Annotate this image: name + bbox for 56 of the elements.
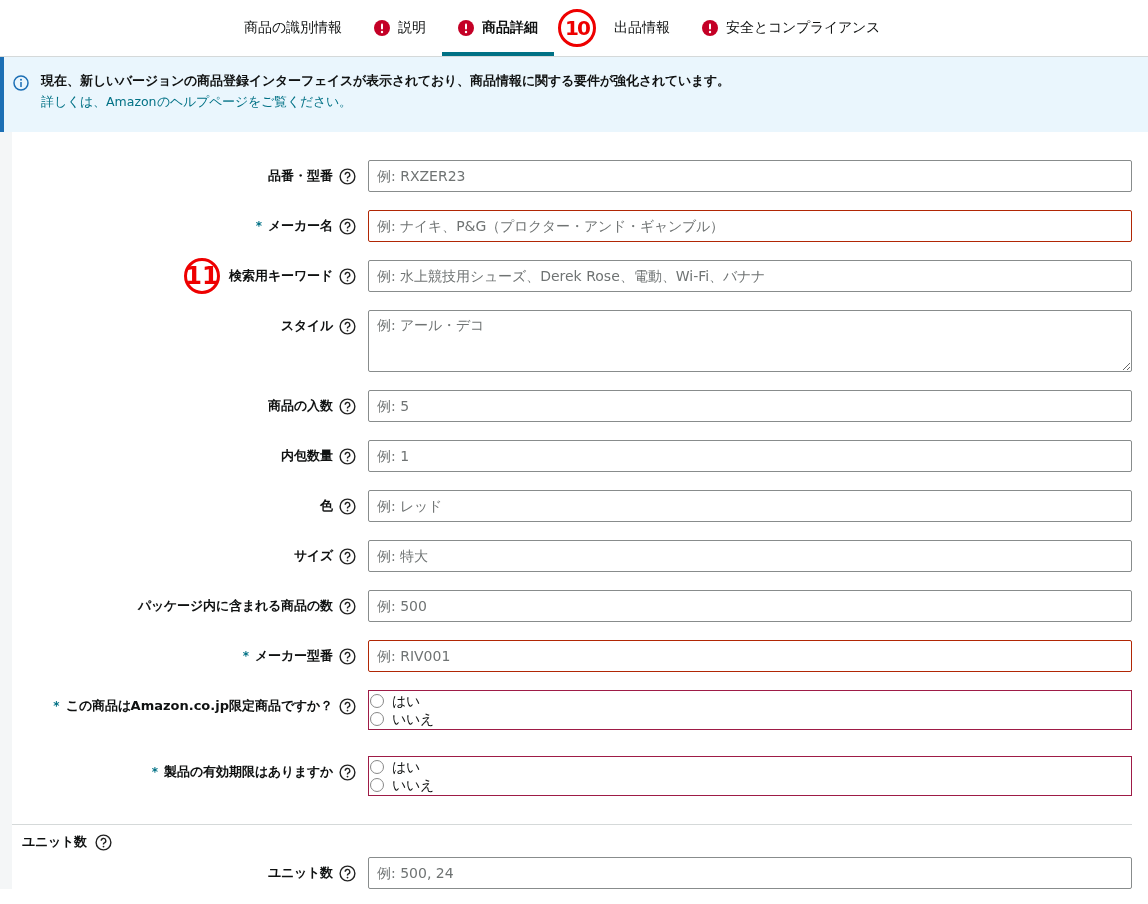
- field-label: 内包数量: [281, 447, 333, 465]
- radio-option[interactable]: いいえ: [369, 710, 1131, 728]
- field-label: この商品はAmazon.co.jp限定商品ですか？: [65, 697, 333, 715]
- field-label: 品番・型番: [268, 167, 333, 185]
- radio-option[interactable]: いいえ: [369, 776, 1131, 794]
- text-field[interactable]: 例: レッド: [368, 490, 1132, 522]
- text-field[interactable]: 例: 5: [368, 390, 1132, 422]
- field-label: パッケージ内に含まれる商品の数: [138, 597, 333, 615]
- field-label: 検索用キーワード: [229, 267, 333, 285]
- tab[interactable]: 商品の識別情報: [228, 0, 358, 56]
- text-area[interactable]: 例: アール・デコ: [368, 310, 1132, 372]
- text-field[interactable]: 例: 特大: [368, 540, 1132, 572]
- field-label: 色: [320, 497, 333, 515]
- help-icon[interactable]: [339, 647, 356, 665]
- radio-option[interactable]: はい: [369, 758, 1131, 776]
- notice-message: 現在、新しいバージョンの商品登録インターフェイスが表示されており、商品情報に関する要件が強化されています。: [41, 73, 730, 90]
- info-icon: [13, 75, 29, 91]
- help-icon[interactable]: [339, 317, 356, 335]
- help-icon[interactable]: [339, 217, 356, 235]
- help-icon[interactable]: [95, 833, 112, 851]
- help-link[interactable]: 詳しくは、Amazonのヘルプページをご覧ください。: [41, 94, 730, 111]
- text-field[interactable]: 例: 1: [368, 440, 1132, 472]
- text-field[interactable]: 例: 500: [368, 590, 1132, 622]
- radio-option[interactable]: はい: [369, 692, 1131, 710]
- field-label: メーカー名: [268, 217, 333, 235]
- tab[interactable]: 出品情報: [598, 0, 686, 56]
- help-icon[interactable]: [339, 763, 356, 781]
- help-icon[interactable]: [339, 597, 356, 615]
- help-icon[interactable]: [339, 447, 356, 465]
- required-asterisk: *: [151, 765, 158, 779]
- field-label: サイズ: [294, 547, 333, 565]
- callout-number: 11: [184, 258, 220, 294]
- help-icon[interactable]: [339, 697, 356, 715]
- field-label: ユニット数: [268, 864, 333, 882]
- help-icon[interactable]: [339, 167, 356, 185]
- text-field[interactable]: 例: RXZER23: [368, 160, 1132, 192]
- help-icon[interactable]: [339, 547, 356, 565]
- section-title: ユニット数: [22, 833, 87, 851]
- help-icon[interactable]: [339, 267, 356, 285]
- tab[interactable]: 安全とコンプライアンス: [686, 0, 896, 56]
- required-asterisk: *: [53, 699, 60, 713]
- field-label: メーカー型番: [255, 647, 333, 665]
- help-icon[interactable]: [339, 497, 356, 515]
- text-field[interactable]: 例: 500, 24: [368, 857, 1132, 889]
- field-label: スタイル: [281, 317, 333, 335]
- required-asterisk: *: [255, 219, 262, 233]
- text-field[interactable]: 例: ナイキ、P&G（プロクター・アンド・ギャンブル）: [368, 210, 1132, 242]
- field-label: 商品の入数: [268, 397, 333, 415]
- required-asterisk: *: [242, 649, 249, 663]
- help-icon[interactable]: [339, 397, 356, 415]
- tab[interactable]: 説明: [358, 0, 442, 56]
- field-label: 製品の有効期限はありますか: [164, 763, 333, 781]
- callout-number: 10: [558, 9, 596, 47]
- text-field[interactable]: 例: 水上競技用シューズ、Derek Rose、電動、Wi-Fi、バナナ: [368, 260, 1132, 292]
- text-field[interactable]: 例: RIV001: [368, 640, 1132, 672]
- help-icon[interactable]: [339, 864, 356, 882]
